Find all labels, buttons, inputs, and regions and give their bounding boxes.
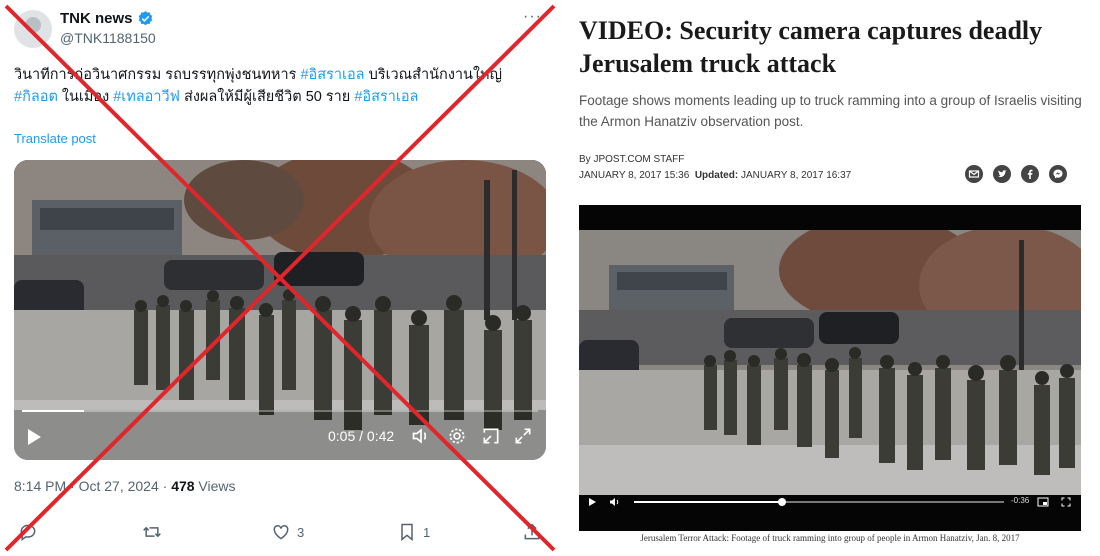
fullscreen-icon[interactable] xyxy=(1061,497,1071,507)
article-progress-track[interactable] xyxy=(634,498,1004,506)
retweet-icon xyxy=(143,526,161,538)
twitter-icon[interactable] xyxy=(993,165,1011,183)
pip-icon[interactable] xyxy=(1037,497,1049,507)
updated-label: Updated: xyxy=(694,170,739,181)
bookmark-button[interactable]: 1 xyxy=(397,522,430,542)
hashtag-link[interactable]: #กิลอต xyxy=(14,89,58,105)
video-frame xyxy=(14,160,546,460)
tweet-text-segment: ในเมือง xyxy=(57,89,114,105)
news-article: VIDEO: Security camera captures deadly J… xyxy=(560,0,1100,556)
translate-link[interactable]: Translate post xyxy=(14,131,96,146)
published-date: JANUARY 8, 2017 15:36 xyxy=(579,170,690,181)
article-progress-knob[interactable] xyxy=(778,498,786,506)
updated-date: JANUARY 8, 2017 16:37 xyxy=(740,170,852,181)
reply-button[interactable] xyxy=(18,522,44,542)
handle[interactable]: @TNK1188150 xyxy=(60,30,156,46)
byline[interactable]: By JPOST.COM STAFF xyxy=(579,154,684,165)
video-time: 0:05 / 0:42 xyxy=(328,428,395,444)
share-icon xyxy=(524,523,540,540)
retweet-button[interactable] xyxy=(142,522,168,542)
tweet-meta: 8:14 PM · Oct 27, 2024 · 478 Views xyxy=(14,478,236,494)
share-icons xyxy=(965,165,1067,183)
hashtag-link[interactable]: #เทลอาวีฟ xyxy=(113,89,180,105)
video-controls: 0:05 / 0:42 xyxy=(14,416,546,460)
more-icon[interactable]: ··· xyxy=(523,8,542,26)
video-progress-fill xyxy=(22,410,84,412)
action-bar: 3 1 xyxy=(14,522,554,550)
display-name[interactable]: TNK news xyxy=(60,10,133,27)
timestamp[interactable]: 8:14 PM · Oct 27, 2024 · xyxy=(14,478,171,494)
facebook-icon[interactable] xyxy=(1021,165,1039,183)
hashtag-link[interactable]: #อิสราเอล xyxy=(300,67,364,83)
like-count: 3 xyxy=(297,524,305,540)
hashtag-link[interactable]: #อิสราเอล xyxy=(354,89,418,105)
fullscreen-icon[interactable] xyxy=(513,426,533,446)
like-button[interactable]: 3 xyxy=(271,522,304,542)
avatar[interactable] xyxy=(14,10,52,48)
tweet-text-segment: ส่งผลให้มีผู้เสียชีวิต 50 ราย xyxy=(179,89,355,105)
pip-icon[interactable] xyxy=(481,426,501,446)
views-label: Views xyxy=(194,478,236,494)
play-icon[interactable] xyxy=(587,497,597,507)
article-player-controls: -0:36 xyxy=(579,493,1081,511)
like-icon xyxy=(273,524,289,540)
volume-icon[interactable] xyxy=(609,497,620,507)
tweet-card: TNK news @TNK1188150 ··· วินาทีการก่อวิน… xyxy=(0,0,560,556)
email-icon[interactable] xyxy=(965,165,983,183)
article-video-frame xyxy=(579,230,1081,495)
article-video-time: -0:36 xyxy=(1011,496,1030,505)
share-button[interactable] xyxy=(522,522,542,542)
article-subhead: Footage shows moments leading up to truc… xyxy=(579,93,1082,129)
tweet-text-segment: วินาทีการก่อวินาศกรรม รถบรรทุกพุ่งชนทหาร xyxy=(14,67,301,83)
article-progress-fill xyxy=(634,501,782,503)
video-caption: Jerusalem Terror Attack: Footage of truc… xyxy=(640,533,1020,543)
messenger-icon[interactable] xyxy=(1049,165,1067,183)
video-progress-track[interactable] xyxy=(22,410,538,412)
bookmark-icon xyxy=(401,523,413,542)
settings-icon[interactable] xyxy=(447,426,467,446)
tweet-text-segment: บริเวณสำนักงานใหญ่ xyxy=(364,67,502,83)
volume-icon[interactable] xyxy=(411,426,431,446)
reply-icon xyxy=(20,524,36,541)
article-video-player[interactable]: -0:36 xyxy=(579,205,1081,531)
tweet-text: วินาทีการก่อวินาศกรรม รถบรรทุกพุ่งชนทหาร… xyxy=(14,64,549,108)
author-row: TNK news xyxy=(60,10,154,27)
play-icon[interactable] xyxy=(28,429,41,445)
bookmark-count: 1 xyxy=(423,524,431,540)
video-player[interactable]: 0:05 / 0:42 xyxy=(14,160,546,460)
article-dates: JANUARY 8, 2017 15:36 Updated: JANUARY 8… xyxy=(579,170,851,181)
views-count: 478 xyxy=(171,478,195,494)
article-headline: VIDEO: Security camera captures deadly J… xyxy=(579,16,1043,78)
verified-icon xyxy=(138,11,152,26)
